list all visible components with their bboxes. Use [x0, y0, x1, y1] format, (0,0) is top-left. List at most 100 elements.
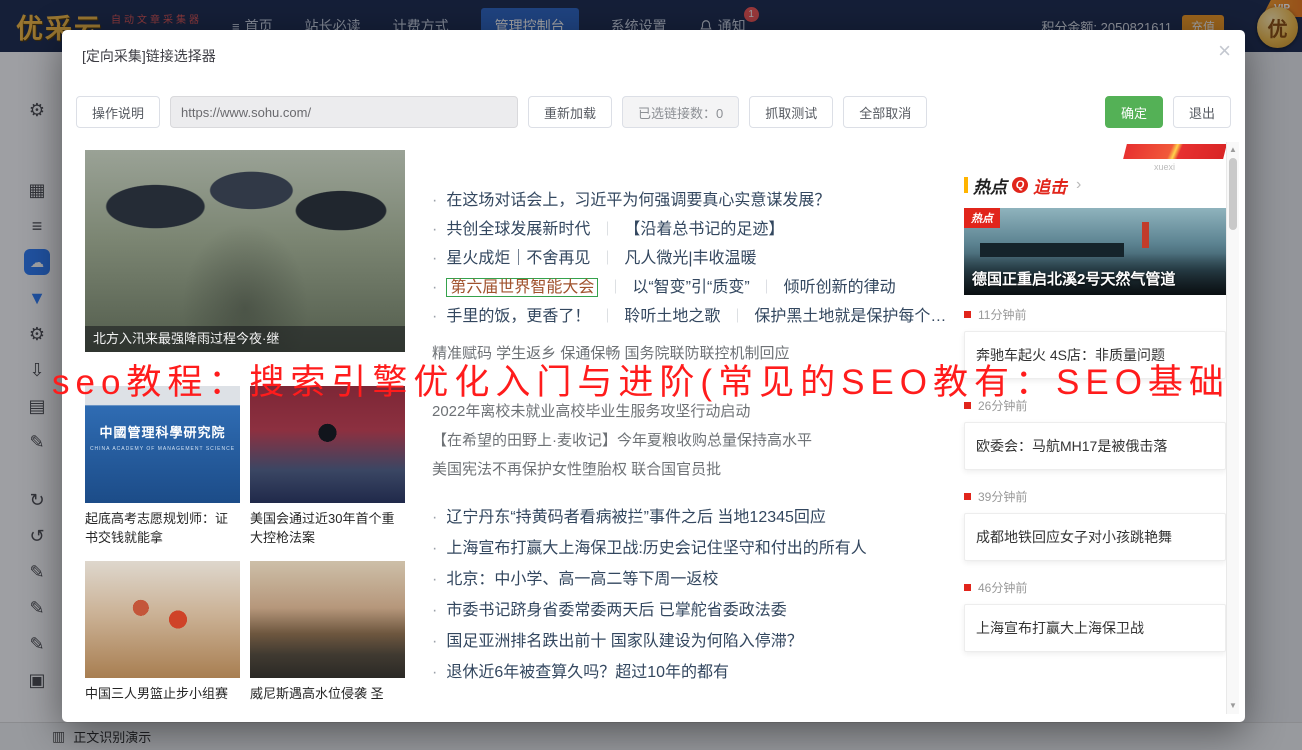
hot-item[interactable]: 11分钟前 奔驰车起火 4S店：非质量问题 — [964, 305, 1226, 379]
hot-title-dark: 热点 — [973, 173, 1007, 198]
scrollbar-thumb[interactable] — [1229, 158, 1237, 230]
sohu-left-column: 北方入汛来最强降雨过程今夜·继 中國管理科學研究院 CHINA ACADEMY … — [85, 150, 405, 703]
hot-item-time-row: 39分钟前 — [964, 487, 1226, 505]
close-icon[interactable]: × — [1218, 38, 1231, 64]
news-link[interactable]: 精准赋码 学生返乡 保通保畅 国务院联防联控机制回应 — [432, 345, 790, 362]
promo-banner-text: xuexi — [1154, 162, 1175, 172]
main-image-caption: 北方入汛来最强降雨过程今夜·继 — [85, 326, 405, 352]
hot-item-card[interactable]: 奔驰车起火 4S店：非质量问题 — [964, 331, 1226, 379]
grab-test-button[interactable]: 抓取测试 — [749, 96, 833, 128]
news-link[interactable]: 星火成炬｜不舍再见 — [446, 250, 590, 267]
card-caption: 美国会通过近30年首个重大控枪法案 — [250, 509, 405, 547]
hot-item-card[interactable]: 成都地铁回应女子对小孩跳艳舞 — [964, 513, 1226, 561]
hot-item[interactable]: 46分钟前 上海宣布打赢大上海保卫战 — [964, 578, 1226, 652]
exit-button[interactable]: 退出 — [1173, 96, 1231, 128]
hot-item-time-row: 46分钟前 — [964, 578, 1226, 596]
hot-item-text: 成都地铁回应女子对小孩跳艳舞 — [976, 529, 1172, 545]
institute-title: 中國管理科學研究院 — [85, 422, 240, 441]
hot-item-text: 上海宣布打赢大上海保卫战 — [976, 620, 1144, 636]
news-row: · 市委书记跻身省委常委两天后 已掌舵省委政法委 — [432, 595, 960, 626]
hot-item-time: 46分钟前 — [978, 579, 1027, 596]
accent-bar — [964, 177, 968, 193]
news-link[interactable]: 辽宁丹东“持黄码者看病被拦”事件之后 当地12345回应 — [446, 509, 826, 526]
news-row: 精准赋码 学生返乡 保通保畅 国务院联防联控机制回应 — [432, 339, 960, 368]
news-link[interactable]: 【沿着总书记的足迹】 — [624, 221, 784, 238]
hot-item-time: 39分钟前 — [978, 488, 1027, 505]
bullet: · — [432, 540, 437, 557]
news-link[interactable]: 2022年离校未就业高校毕业生服务攻坚行动启动 — [432, 403, 750, 420]
news-card[interactable]: 威尼斯遇高水位侵袭 圣 — [250, 561, 405, 703]
help-button[interactable]: 操作说明 — [76, 96, 160, 128]
main-news-image[interactable]: 北方入汛来最强降雨过程今夜·继 — [85, 150, 405, 352]
preview-scrollbar[interactable]: ▲ ▼ — [1226, 142, 1239, 714]
ship-graphic — [980, 243, 1124, 257]
link-selector-dialog: [定向采集]链接选择器 × 操作说明 重新加载 已选链接数：0 抓取测试 全部取… — [62, 30, 1245, 722]
hot-feature-image[interactable]: 热点 德国正重启北溪2号天然气管道 — [964, 208, 1226, 295]
news-link[interactable]: 保护黑土地就是保护每个… — [754, 308, 946, 325]
bullet: · — [432, 509, 437, 526]
card-row-1: 中國管理科學研究院 CHINA ACADEMY OF MANAGEMENT SC… — [85, 386, 405, 547]
news-row: 美国宪法不再保护女性堕胎权 联合国官员批 — [432, 455, 960, 484]
hot-item[interactable]: 26分钟前 欧委会：马航MH17是被俄击落 — [964, 396, 1226, 470]
news-card[interactable]: 中国三人男篮止步小组赛 — [85, 561, 240, 703]
speech-image — [250, 386, 405, 503]
hot-timeline: 11分钟前 奔驰车起火 4S店：非质量问题 26分钟前 欧委会：马航MH17是被… — [964, 305, 1226, 652]
news-link[interactable]: 倾听创新的律动 — [784, 279, 896, 296]
separator: ｜ — [600, 250, 614, 266]
bullet: · — [432, 308, 437, 325]
news-row: ·手里的饭，更香了！｜聆听土地之歌｜保护黑土地就是保护每个… — [432, 302, 960, 331]
news-row: ·共创全球发展新时代｜【沿着总书记的足迹】 — [432, 215, 960, 244]
news-link[interactable]: 退休近6年被查算久吗？超过10年的都有 — [446, 664, 729, 681]
bullet: · — [432, 571, 437, 588]
hot-column: 热点 Q 追击 › 热点 德国正重启北溪2号天然气管道 11分钟前 — [964, 174, 1226, 669]
news-link[interactable]: 美国宪法不再保护女性堕胎权 联合国官员批 — [432, 461, 721, 478]
separator: ｜ — [600, 221, 614, 237]
hot-item-time-row: 26分钟前 — [964, 396, 1226, 414]
timeline-bullet — [964, 402, 971, 409]
news-link[interactable]: 北京：中小学、高一高二等下周一返校 — [446, 571, 718, 588]
bullet: · — [432, 250, 437, 267]
news-link[interactable]: 以“智变”引“质变” — [632, 279, 749, 296]
hot-item-text: 欧委会：马航MH17是被俄击落 — [976, 438, 1167, 454]
news-link[interactable]: 聆听土地之歌 — [624, 308, 720, 325]
hot-item-card[interactable]: 上海宣布打赢大上海保卫战 — [964, 604, 1226, 652]
news-link[interactable]: 在这场对话会上，习近平为何强调要真心实意谋发展？ — [446, 192, 830, 209]
news-card[interactable]: 中國管理科學研究院 CHINA ACADEMY OF MANAGEMENT SC… — [85, 386, 240, 547]
card-caption: 中国三人男篮止步小组赛 — [85, 684, 240, 703]
dialog-toolbar: 操作说明 重新加载 已选链接数：0 抓取测试 全部取消 确定 退出 — [76, 96, 1231, 128]
hot-item-card[interactable]: 欧委会：马航MH17是被俄击落 — [964, 422, 1226, 470]
venice-image — [250, 561, 405, 678]
news-link[interactable]: 凡人微光|丰收温暖 — [624, 250, 756, 267]
selected-news-link[interactable]: 第六届世界智能大会 — [446, 278, 598, 297]
scroll-up-icon[interactable]: ▲ — [1227, 143, 1239, 157]
reload-button[interactable]: 重新加载 — [528, 96, 612, 128]
news-link[interactable]: 【在希望的田野上·麦收记】今年夏粮收购总量保持高水平 — [432, 432, 812, 449]
separator: ｜ — [608, 279, 622, 295]
news-row — [432, 368, 960, 397]
news-link[interactable]: 上海宣布打赢大上海保卫战:历史会记住坚守和付出的所有人 — [446, 540, 866, 557]
hot-icon: Q — [1012, 177, 1028, 193]
news-link[interactable]: 市委书记跻身省委常委两天后 已掌舵省委政法委 — [446, 602, 786, 619]
scroll-down-icon[interactable]: ▼ — [1227, 699, 1239, 713]
news-link[interactable]: 手里的饭，更香了！ — [446, 308, 590, 325]
card-caption: 起底高考志愿规划师：证书交钱就能拿 — [85, 509, 240, 547]
bullet: · — [432, 279, 437, 296]
timeline-bullet — [964, 311, 971, 318]
hot-header[interactable]: 热点 Q 追击 › — [964, 174, 1226, 196]
separator: ｜ — [760, 279, 774, 295]
promo-banner-fragment — [1123, 144, 1227, 159]
news-link[interactable]: 国足亚洲排名跌出前十 国家队建设为何陷入停滞？ — [446, 633, 802, 650]
news-link[interactable]: 共创全球发展新时代 — [446, 221, 590, 238]
news-card[interactable]: 美国会通过近30年首个重大控枪法案 — [250, 386, 405, 547]
url-input[interactable] — [170, 96, 518, 128]
dialog-title: [定向采集]链接选择器 — [82, 46, 216, 66]
confirm-button[interactable]: 确定 — [1105, 96, 1163, 128]
hot-item[interactable]: 39分钟前 成都地铁回应女子对小孩跳艳舞 — [964, 487, 1226, 561]
timeline-bullet — [964, 584, 971, 591]
institute-image: 中國管理科學研究院 CHINA ACADEMY OF MANAGEMENT SC… — [85, 386, 240, 503]
hot-item-time-row: 11分钟前 — [964, 305, 1226, 323]
ship-stack-graphic — [1142, 222, 1149, 248]
bullet: · — [432, 602, 437, 619]
news-row: ·国足亚洲排名跌出前十 国家队建设为何陷入停滞？ — [432, 626, 960, 657]
cancel-all-button[interactable]: 全部取消 — [843, 96, 927, 128]
